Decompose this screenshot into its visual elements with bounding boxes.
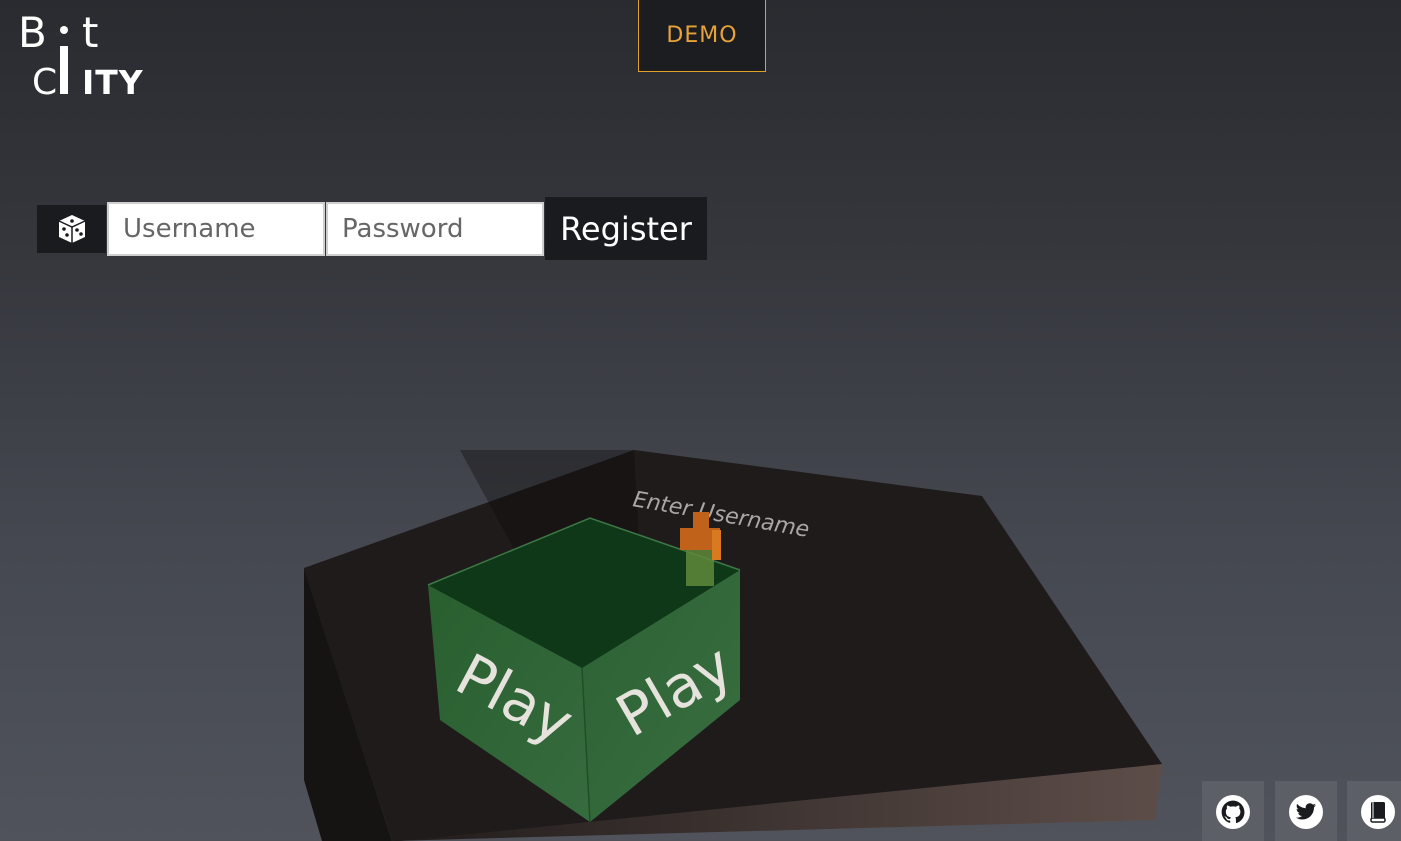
logo-letter-t: t <box>82 8 99 57</box>
cube-right-label: Play <box>605 631 744 750</box>
github-icon <box>1221 800 1245 824</box>
username-input[interactable] <box>107 201 325 256</box>
logo-letter-b: B <box>18 8 47 57</box>
demo-button[interactable]: DEMO <box>638 0 766 72</box>
platform-label: Enter Username <box>631 487 811 543</box>
book-icon <box>1370 802 1386 823</box>
twitter-icon <box>1295 803 1317 820</box>
logo-i-stem <box>60 46 68 94</box>
cube-top-face <box>428 518 740 668</box>
cube-left-face <box>428 585 590 822</box>
docs-link[interactable] <box>1347 781 1401 841</box>
github-link[interactable] <box>1202 781 1264 841</box>
cube-left-label: Play <box>445 640 584 757</box>
platform-top-face <box>304 450 1162 841</box>
password-input[interactable] <box>326 201 544 256</box>
dice-icon <box>58 214 85 243</box>
register-form: Register <box>37 197 707 260</box>
logo-letter-c: C <box>32 62 58 103</box>
random-username-button[interactable] <box>37 204 106 253</box>
logo-i-dot <box>60 26 68 34</box>
logo-letters-ity: ITY <box>82 63 144 102</box>
bit-city-logo[interactable]: B t C ITY <box>14 10 144 105</box>
platform-front-face <box>304 568 392 841</box>
play-cube[interactable]: Play Play <box>427 517 744 823</box>
3d-scene[interactable]: Enter Username Play Play <box>0 0 1401 841</box>
player-figure <box>680 512 721 586</box>
platform-side-face <box>304 568 1162 841</box>
register-button[interactable]: Register <box>545 197 707 260</box>
twitter-link[interactable] <box>1275 781 1337 841</box>
cube-right-face <box>582 570 740 822</box>
